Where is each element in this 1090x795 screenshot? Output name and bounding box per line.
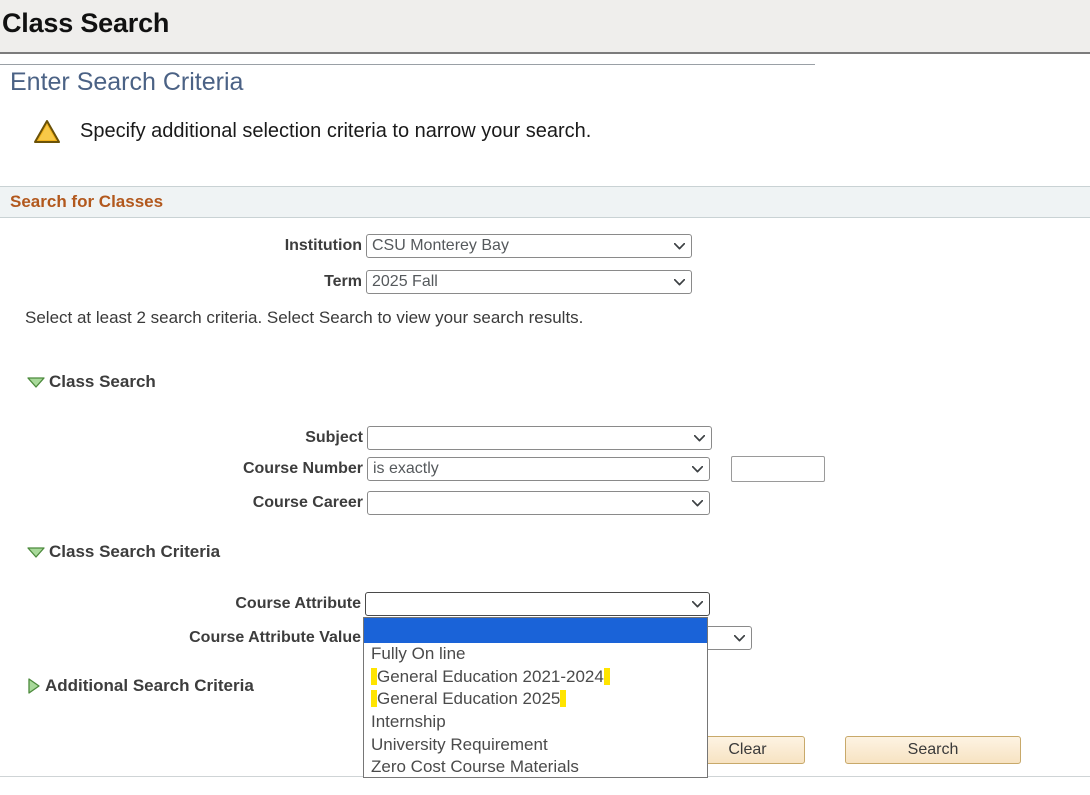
warning-triangle-icon bbox=[33, 118, 61, 144]
search-criteria-hint: Select at least 2 search criteria. Selec… bbox=[25, 308, 583, 328]
dropdown-option-label: Fully On line bbox=[371, 644, 465, 663]
course-number-operator-select[interactable]: is exactly bbox=[367, 457, 710, 481]
dropdown-option-label: General Education 2021-2024 bbox=[377, 667, 604, 686]
course-number-label: Course Number bbox=[243, 460, 363, 478]
course-attribute-value-label: Course Attribute Value bbox=[189, 629, 361, 647]
section-title: Enter Search Criteria bbox=[10, 68, 243, 97]
section-divider bbox=[0, 64, 815, 65]
search-button[interactable]: Search bbox=[845, 736, 1021, 764]
course-career-row: Course Career bbox=[0, 491, 710, 515]
highlight-marker-end bbox=[560, 690, 566, 707]
course-attribute-row: Course Attribute bbox=[0, 592, 710, 616]
page-header: Class Search bbox=[0, 0, 1090, 54]
instruction-row: Specify additional selection criteria to… bbox=[33, 118, 591, 144]
dropdown-option[interactable]: General Education 2021-2024 bbox=[364, 666, 707, 689]
dropdown-option[interactable]: Fully On line bbox=[364, 643, 707, 666]
dropdown-option-label: General Education 2025 bbox=[377, 689, 560, 708]
triangle-down-icon bbox=[26, 545, 46, 559]
instruction-text: Specify additional selection criteria to… bbox=[80, 120, 591, 143]
subject-select-wrap bbox=[367, 426, 712, 450]
institution-select-wrap: CSU Monterey Bay bbox=[366, 234, 692, 258]
collapse-additional-search-criteria-label: Additional Search Criteria bbox=[45, 676, 254, 696]
institution-row: Institution CSU Monterey Bay bbox=[0, 234, 692, 258]
term-label: Term bbox=[324, 273, 362, 291]
dropdown-option-label: University Requirement bbox=[371, 735, 548, 754]
course-attribute-label: Course Attribute bbox=[235, 595, 361, 613]
collapse-additional-search-criteria[interactable]: Additional Search Criteria bbox=[26, 676, 254, 696]
course-number-input[interactable] bbox=[731, 456, 825, 482]
dropdown-option[interactable]: General Education 2025 bbox=[364, 688, 707, 711]
course-career-label: Course Career bbox=[253, 494, 363, 512]
subject-label: Subject bbox=[305, 429, 363, 447]
dropdown-option[interactable]: Internship bbox=[364, 711, 707, 734]
search-for-classes-group-header: Search for Classes bbox=[0, 186, 1090, 218]
highlight-marker-end bbox=[604, 668, 610, 685]
dropdown-option[interactable]: University Requirement bbox=[364, 734, 707, 757]
group-header-label: Search for Classes bbox=[10, 192, 163, 212]
institution-label: Institution bbox=[285, 237, 362, 255]
course-attribute-select[interactable] bbox=[365, 592, 710, 616]
dropdown-option[interactable] bbox=[364, 618, 707, 643]
page-title: Class Search bbox=[2, 8, 169, 39]
course-career-select[interactable] bbox=[367, 491, 710, 515]
collapse-class-search-criteria-label: Class Search Criteria bbox=[49, 542, 220, 562]
term-select-wrap: 2025 Fall bbox=[366, 270, 692, 294]
course-number-row: Course Number is exactly bbox=[0, 457, 710, 481]
collapse-class-search[interactable]: Class Search bbox=[26, 372, 156, 392]
dropdown-option-label: Internship bbox=[371, 712, 446, 731]
collapse-class-search-criteria[interactable]: Class Search Criteria bbox=[26, 542, 220, 562]
term-select[interactable]: 2025 Fall bbox=[366, 270, 692, 294]
collapse-class-search-label: Class Search bbox=[49, 372, 156, 392]
triangle-down-icon bbox=[26, 375, 46, 389]
triangle-right-icon bbox=[26, 677, 42, 695]
course-attribute-select-wrap bbox=[365, 592, 710, 616]
subject-row: Subject bbox=[0, 426, 712, 450]
course-career-select-wrap bbox=[367, 491, 710, 515]
course-attribute-options-list[interactable]: Fully On line General Education 2021-2024… bbox=[363, 617, 708, 778]
subject-select[interactable] bbox=[367, 426, 712, 450]
dropdown-option[interactable]: Zero Cost Course Materials bbox=[364, 756, 707, 778]
term-row: Term 2025 Fall bbox=[0, 270, 692, 294]
dropdown-option-label: Zero Cost Course Materials bbox=[371, 757, 579, 776]
course-number-operator-wrap: is exactly bbox=[367, 457, 710, 481]
institution-select[interactable]: CSU Monterey Bay bbox=[366, 234, 692, 258]
